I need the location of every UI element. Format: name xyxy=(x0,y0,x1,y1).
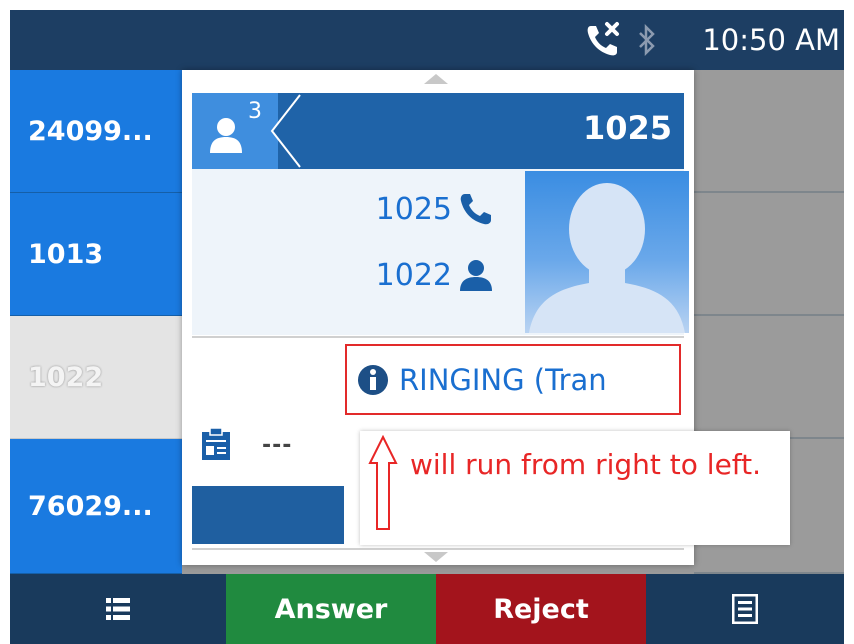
reject-label: Reject xyxy=(493,593,589,625)
clipboard-icon[interactable] xyxy=(200,428,232,462)
status-bar: 10:50 AM xyxy=(10,10,844,70)
answer-button[interactable]: Answer xyxy=(226,574,436,644)
menu-icon xyxy=(732,594,758,624)
up-arrow-icon xyxy=(368,435,398,530)
line-key-1013[interactable]: 1013 xyxy=(10,193,182,316)
line-key-label: 24099... xyxy=(28,115,153,147)
notes-row: --- xyxy=(200,428,292,462)
person-icon xyxy=(460,260,492,291)
avatar-silhouette-icon xyxy=(529,183,685,333)
line-key-1022[interactable]: 1022 xyxy=(10,316,182,439)
line-key-label: 1013 xyxy=(28,238,104,270)
call-status-box: RINGING (Tran xyxy=(345,344,681,415)
participants-panel: 1025 1022 xyxy=(192,169,689,335)
notes-placeholder: --- xyxy=(262,432,293,458)
participant-number: 1022 xyxy=(375,257,452,293)
phone-icon xyxy=(460,194,491,225)
info-icon xyxy=(358,365,388,395)
line-key-label: 76029... xyxy=(28,490,153,522)
contact-avatar xyxy=(525,171,689,333)
popup-header: 3 1025 xyxy=(192,93,684,169)
bluetooth-icon xyxy=(639,24,655,56)
menu-button[interactable] xyxy=(646,574,844,644)
scroll-down-arrow-icon[interactable] xyxy=(424,552,448,562)
call-blocked-icon xyxy=(587,22,619,56)
side-row xyxy=(694,316,844,439)
softkey-bar: Answer Reject xyxy=(10,574,844,644)
chevron-left-icon[interactable] xyxy=(268,93,308,169)
conference-count: 3 xyxy=(248,99,262,124)
call-status-text: RINGING (Tran xyxy=(399,362,607,397)
answer-label: Answer xyxy=(274,593,388,625)
side-row xyxy=(694,70,844,193)
participant-1025[interactable]: 1025 xyxy=(376,191,494,227)
clock-time: 10:50 AM xyxy=(702,23,840,57)
line-key-label: 1022 xyxy=(28,361,104,393)
list-icon xyxy=(106,598,130,620)
progress-bar xyxy=(192,486,344,544)
reject-button[interactable]: Reject xyxy=(436,574,646,644)
participant-number: 1025 xyxy=(375,191,452,227)
list-button[interactable] xyxy=(10,574,226,644)
annotation-callout: will run from right to left. xyxy=(360,431,790,545)
conference-button[interactable]: 3 xyxy=(192,93,278,169)
line-key-76029[interactable]: 76029... xyxy=(10,439,182,574)
phone-screen: 10:50 AM 24099... 1013 1022 76029... 3 1… xyxy=(10,10,844,644)
annotation-text: will run from right to left. xyxy=(410,448,762,481)
divider xyxy=(192,336,684,338)
participant-1022[interactable]: 1022 xyxy=(376,257,494,293)
side-row xyxy=(694,193,844,316)
conference-person-icon xyxy=(210,118,242,153)
peer-number: 1025 xyxy=(582,109,672,147)
line-key-24099[interactable]: 24099... xyxy=(10,70,182,193)
scroll-up-arrow-icon[interactable] xyxy=(424,74,448,84)
divider xyxy=(192,548,684,550)
